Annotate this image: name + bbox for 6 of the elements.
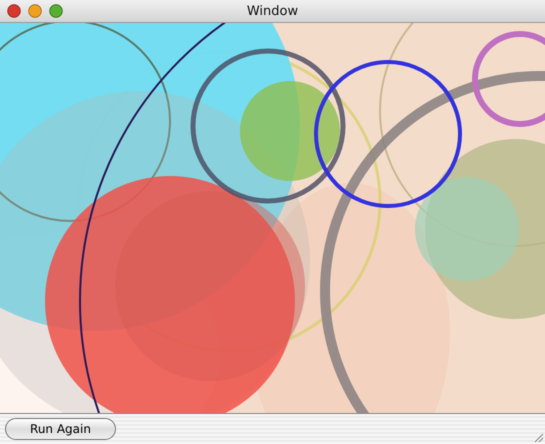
close-button[interactable]	[7, 4, 21, 18]
run-again-button[interactable]: Run Again	[5, 418, 116, 440]
resize-grip-icon[interactable]	[532, 431, 544, 443]
zoom-button[interactable]	[49, 4, 63, 18]
window-title: Window	[246, 4, 298, 18]
minimize-button[interactable]	[28, 4, 42, 18]
